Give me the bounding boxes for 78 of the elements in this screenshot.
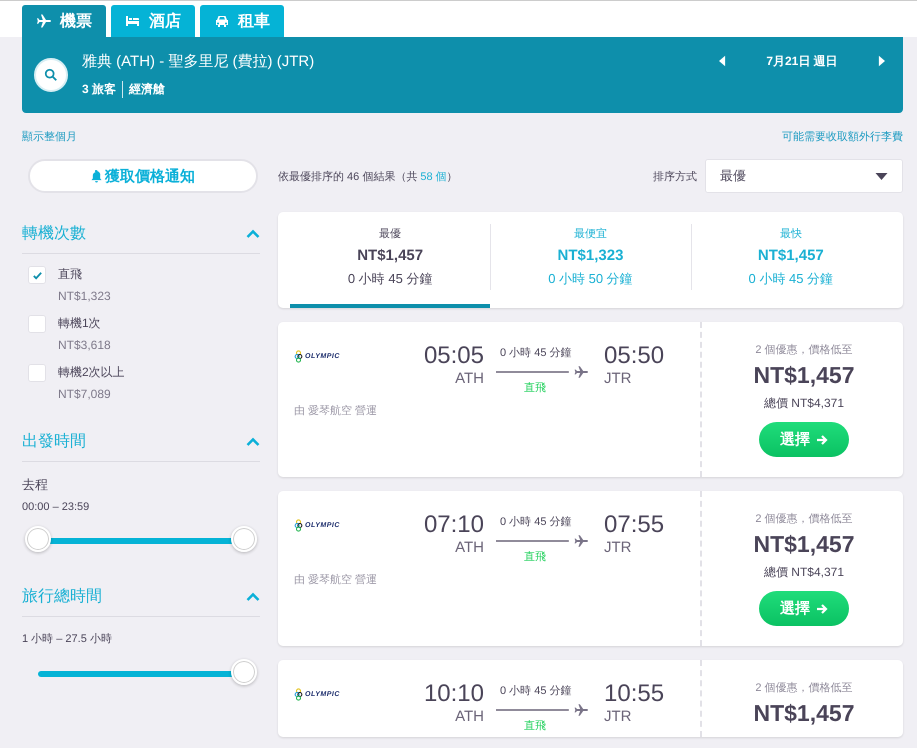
arrival-time: 10:55 bbox=[604, 680, 666, 708]
sort-tab[interactable]: 最便宜 NT$1,323 0 小時 50 分鐘 bbox=[490, 212, 691, 308]
total-price: 總價 NT$4,371 bbox=[764, 564, 844, 581]
stops-option-label: 轉機1次 bbox=[58, 315, 102, 332]
flight-price: NT$1,457 bbox=[753, 531, 854, 558]
sort-tab[interactable]: 最快 NT$1,457 0 小時 45 分鐘 bbox=[690, 212, 891, 308]
filter-heading: 轉機次數 bbox=[22, 224, 86, 244]
sort-label: 排序方式 bbox=[653, 170, 697, 184]
bed-icon bbox=[125, 13, 141, 29]
range-label: 1 小時 – 27.5 小時 bbox=[22, 632, 113, 646]
sort-dropdown[interactable]: 最優 bbox=[705, 159, 903, 193]
slider-handle[interactable] bbox=[231, 659, 257, 685]
car-icon bbox=[214, 13, 230, 29]
collapse-icon[interactable] bbox=[246, 229, 260, 238]
cabin-class: 經濟艙 bbox=[122, 81, 166, 98]
flight-duration: 0 小時 45 分鐘 bbox=[500, 346, 572, 360]
arrival-time: 07:55 bbox=[604, 511, 666, 539]
stops-label: 直飛 bbox=[524, 381, 546, 395]
slider-handle[interactable] bbox=[231, 526, 257, 552]
search-icon[interactable] bbox=[34, 58, 68, 92]
collapse-icon[interactable] bbox=[246, 592, 260, 601]
route-title: 雅典 (ATH) - 聖多里尼 (費拉) (JTR) bbox=[82, 52, 316, 71]
select-button[interactable]: 選擇 bbox=[759, 422, 849, 457]
sort-tab[interactable]: 最優 NT$1,457 0 小時 45 分鐘 bbox=[290, 212, 490, 308]
flight-price: NT$1,457 bbox=[753, 700, 854, 727]
total-price: 總價 NT$4,371 bbox=[764, 395, 844, 412]
leg-label: 去程 bbox=[22, 476, 49, 494]
checkbox[interactable] bbox=[28, 315, 46, 333]
deals-count: 2 個優惠，價格低至 bbox=[755, 680, 853, 695]
select-button[interactable]: 選擇 bbox=[759, 591, 849, 626]
operator-text: 由 愛琴航空 營運 bbox=[294, 572, 378, 587]
checkbox[interactable] bbox=[28, 266, 46, 284]
previous-icon[interactable] bbox=[719, 55, 726, 67]
dropdown-icon bbox=[875, 172, 888, 180]
operator-text: 由 愛琴航空 營運 bbox=[294, 404, 378, 418]
stops-option-label: 直飛 bbox=[58, 266, 83, 283]
results-summary: 依最優排序的 46 個結果（共 58 個） bbox=[278, 170, 458, 184]
category-tab[interactable]: 租車 bbox=[200, 5, 284, 37]
travelers-count: 3 旅客 bbox=[82, 81, 116, 98]
checkbox[interactable] bbox=[28, 364, 46, 382]
deals-count: 2 個優惠，價格低至 bbox=[755, 512, 853, 526]
slider-handle[interactable] bbox=[25, 526, 51, 552]
filter-heading: 出發時間 bbox=[22, 432, 86, 452]
show-month-link[interactable]: 顯示整個月 bbox=[22, 129, 77, 143]
departure-time: 07:10 bbox=[424, 511, 484, 539]
price-alert-button[interactable]: 獲取價格通知 bbox=[28, 159, 258, 193]
arrival-time: 05:50 bbox=[604, 342, 666, 370]
airport-code: JTR bbox=[604, 708, 632, 725]
airport-code: JTR bbox=[604, 539, 632, 556]
departure-time: 05:05 bbox=[424, 342, 484, 370]
filter-heading: 旅行總時間 bbox=[22, 586, 102, 607]
flight-duration: 0 小時 45 分鐘 bbox=[500, 684, 572, 698]
baggage-fee-link[interactable]: 可能需要收取額外行李費 bbox=[782, 129, 903, 143]
flight-price: NT$1,457 bbox=[753, 362, 854, 389]
travel-date: 7月21日 週日 bbox=[765, 52, 839, 70]
departure-time: 10:10 bbox=[424, 680, 484, 708]
check-icon bbox=[32, 270, 42, 280]
stops-option-price: NT$1,323 bbox=[58, 289, 111, 303]
arrow-icon bbox=[816, 434, 828, 446]
stops-option-price: NT$3,618 bbox=[58, 338, 111, 352]
airport-code: ATH bbox=[455, 370, 484, 387]
arrow-icon bbox=[816, 602, 828, 614]
stops-option-label: 轉機2次以上 bbox=[58, 364, 125, 381]
next-icon[interactable] bbox=[878, 55, 885, 67]
flight-duration: 0 小時 45 分鐘 bbox=[500, 515, 572, 529]
deals-count: 2 個優惠，價格低至 bbox=[755, 342, 853, 357]
airport-code: JTR bbox=[604, 370, 632, 387]
stops-label: 直飛 bbox=[524, 550, 546, 564]
bell-icon bbox=[91, 170, 102, 182]
airport-code: ATH bbox=[455, 539, 484, 556]
stops-label: 直飛 bbox=[524, 719, 546, 733]
airport-code: ATH bbox=[455, 708, 484, 725]
category-tab[interactable]: 酒店 bbox=[111, 5, 195, 37]
collapse-icon[interactable] bbox=[246, 437, 260, 446]
category-tab[interactable]: 機票 bbox=[22, 5, 106, 37]
plane-icon bbox=[36, 13, 52, 29]
stops-option-price: NT$7,089 bbox=[58, 387, 112, 401]
range-label: 00:00 – 23:59 bbox=[22, 501, 90, 513]
